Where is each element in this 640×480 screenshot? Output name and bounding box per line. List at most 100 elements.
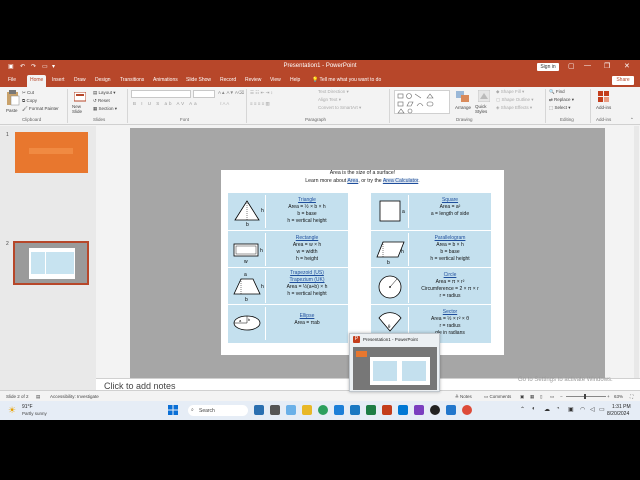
cut-button[interactable]: ✂ Cut (22, 90, 34, 96)
weather-icon[interactable]: ☀ (8, 405, 16, 416)
align-text-button[interactable]: Align Text ▾ (318, 97, 341, 103)
font-size-buttons[interactable]: A▲ A▼ A⌫ (218, 90, 244, 96)
paste-icon[interactable] (6, 90, 20, 106)
reset-button[interactable]: ↺ Reset (93, 98, 110, 104)
zoom-out-icon[interactable]: − (560, 394, 563, 399)
outlook-icon[interactable] (398, 405, 408, 415)
select-button[interactable]: ⬚ Select ▾ (549, 105, 571, 111)
edge-icon[interactable] (318, 405, 328, 415)
area-link[interactable]: Area (347, 178, 359, 184)
share-button[interactable]: Share (612, 76, 634, 85)
tab-help[interactable]: Help (290, 77, 300, 83)
section-button[interactable]: ▦ Section ▾ (93, 106, 117, 112)
new-slide-icon[interactable] (74, 92, 86, 102)
task-view-icon[interactable] (270, 405, 280, 415)
new-slide-label[interactable]: New Slide (72, 104, 88, 114)
align-buttons[interactable]: ≡ ≡ ≡ ≡ ▥ (250, 101, 270, 107)
minimize-icon[interactable]: — (584, 62, 591, 69)
tell-me-search[interactable]: 💡 Tell me what you want to do (312, 77, 381, 83)
app-icon[interactable] (334, 405, 344, 415)
chrome-icon[interactable] (462, 405, 472, 415)
weather-condition[interactable]: Partly sunny (22, 411, 47, 416)
battery-icon[interactable]: ▭ (599, 406, 605, 413)
volume-icon[interactable]: ◁ (590, 406, 595, 413)
accessibility-status[interactable]: Accessibility: Investigate (50, 394, 99, 399)
app-icon[interactable] (430, 405, 440, 415)
clock-date[interactable]: 8/20/2024 (607, 411, 629, 417)
tab-view[interactable]: View (270, 77, 281, 83)
store-icon[interactable] (350, 405, 360, 415)
tray-icon[interactable]: ☁ (544, 406, 550, 413)
zoom-in-icon[interactable]: + (607, 394, 610, 399)
tab-animations[interactable]: Animations (153, 77, 178, 83)
add-ins-icon[interactable] (598, 91, 610, 103)
comments-button[interactable]: ▭ Comments (484, 394, 511, 400)
font-color-buttons[interactable]: ℓ A A (220, 101, 229, 106)
normal-view-icon[interactable]: ▣ (520, 394, 524, 400)
tab-home[interactable]: Home (27, 75, 47, 87)
slideshow-icon[interactable]: ▭ (550, 394, 554, 400)
notes-button[interactable]: ≙ Notes (455, 394, 472, 400)
spell-check-icon[interactable]: ▤ (36, 394, 40, 400)
add-ins-label[interactable]: Add-ins (596, 105, 611, 110)
layout-button[interactable]: ▤ Layout ▾ (93, 90, 116, 96)
shape-outline-button[interactable]: ▢ Shape Outline ▾ (496, 97, 534, 103)
square-link[interactable]: Square (411, 197, 489, 204)
replace-button[interactable]: ⇄ Replace ▾ (549, 97, 574, 103)
tray-icon[interactable]: ◐ (532, 406, 536, 412)
triangle-link[interactable]: Triangle (268, 197, 346, 204)
copy-button[interactable]: ⧉ Copy (22, 98, 37, 103)
slide-thumbnail-2[interactable] (13, 241, 89, 285)
taskbar-preview-popup[interactable]: P Presentation1 - PowerPoint (349, 333, 440, 392)
parallelogram-link[interactable]: Parallelogram (411, 235, 489, 242)
current-slide[interactable]: Area is the size of a surface! Learn mor… (221, 170, 504, 355)
weather-temperature[interactable]: 91°F (22, 404, 33, 410)
tab-transitions[interactable]: Transitions (120, 77, 144, 83)
file-explorer-icon[interactable] (302, 405, 312, 415)
quick-styles-icon[interactable] (478, 90, 490, 102)
slide-thumbnail-1[interactable] (15, 132, 88, 173)
ellipse-link[interactable]: Ellipse (268, 313, 346, 320)
vscode-icon[interactable] (446, 405, 456, 415)
font-name-box[interactable] (131, 90, 191, 98)
area-calculator-link[interactable]: Area Calculator (382, 178, 419, 184)
arrange-icon[interactable] (456, 91, 470, 103)
find-button[interactable]: 🔍 Find (549, 89, 565, 95)
vertical-scrollbar[interactable] (634, 126, 639, 401)
tab-insert[interactable]: Insert (52, 77, 65, 83)
powerpoint-taskbar-icon[interactable] (382, 405, 392, 415)
sector-link[interactable]: Sector (411, 309, 489, 316)
circle-link[interactable]: Circle (411, 272, 489, 279)
show-hidden-icons[interactable]: ⌃ (520, 406, 525, 413)
font-style-buttons[interactable]: B I U S ab AV Aa (133, 101, 199, 106)
tab-slide-show[interactable]: Slide Show (186, 77, 211, 83)
shape-effects-button[interactable]: ◈ Shape Effects ▾ (496, 105, 532, 111)
close-icon[interactable]: ✕ (624, 62, 630, 70)
trapezoid-link[interactable]: Trapezoid (US) (268, 270, 346, 277)
tray-icon[interactable]: ◔ (556, 406, 560, 412)
ribbon-options-icon[interactable]: ▢ (568, 62, 575, 70)
format-painter-button[interactable]: 🖌 Format Painter (22, 106, 59, 112)
list-buttons[interactable]: ☰ ☷ ⇤ ⇥ ↕ (250, 90, 273, 96)
slide-sorter-icon[interactable]: ▦ (530, 394, 534, 400)
shapes-gallery[interactable] (394, 90, 450, 114)
tab-record[interactable]: Record (220, 77, 236, 83)
quick-styles-label[interactable]: Quick Styles (475, 104, 491, 114)
excel-icon[interactable] (366, 405, 376, 415)
text-direction-button[interactable]: Text Direction ▾ (318, 89, 349, 95)
shape-fill-button[interactable]: ◆ Shape Fill ▾ (496, 89, 524, 95)
wifi-icon[interactable]: ◠ (580, 406, 585, 413)
tab-draw[interactable]: Draw (74, 77, 86, 83)
paste-label[interactable]: Paste (6, 108, 18, 113)
tray-icon[interactable]: ▣ (568, 406, 574, 413)
smartart-button[interactable]: Convert to SmartArt ▾ (318, 105, 361, 111)
app-icon[interactable] (286, 405, 296, 415)
rectangle-link[interactable]: Rectangle (268, 235, 346, 242)
preview-thumbnail[interactable] (353, 347, 437, 390)
zoom-slider-thumb[interactable] (584, 394, 586, 399)
taskbar-search[interactable]: ⌕ Search (188, 405, 248, 416)
collapse-ribbon-icon[interactable]: ⌃ (630, 117, 634, 123)
widgets-icon[interactable] (254, 405, 264, 415)
fit-to-window-icon[interactable]: ⛶ (630, 394, 633, 399)
font-size-box[interactable] (193, 90, 215, 98)
